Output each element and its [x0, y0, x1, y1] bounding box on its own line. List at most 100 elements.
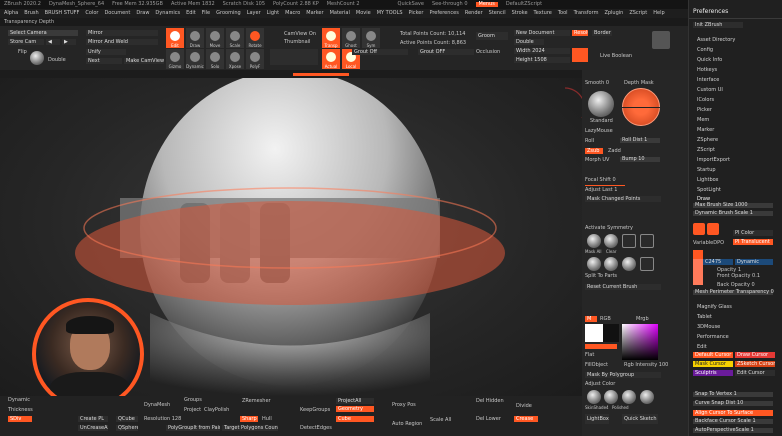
zremesher-button[interactable]: ZRemesher	[242, 399, 271, 404]
detect-edges-toggle[interactable]: DetectEdges	[300, 426, 332, 431]
menu-movie[interactable]: Movie	[356, 11, 371, 16]
zsub-button[interactable]: Zsub	[585, 148, 603, 154]
menu-help[interactable]: Help	[653, 11, 664, 16]
split-to-parts-button[interactable]: Split To Parts	[585, 274, 617, 279]
pref-3dmouse[interactable]: 3DMouse	[697, 325, 720, 330]
tool-actual[interactable]: Actual	[322, 49, 340, 69]
back-opacity-slider[interactable]: Back Opacity 0	[717, 283, 755, 288]
menu-light[interactable]: Light	[267, 11, 279, 16]
standard-brush-icon[interactable]	[588, 91, 614, 117]
next-cam-button[interactable]: ▶	[62, 39, 76, 45]
menu-grooming[interactable]: Grooming	[216, 11, 241, 16]
menu-marker[interactable]: Marker	[306, 11, 323, 16]
menu-document[interactable]: Document	[104, 11, 130, 16]
pref-zsphere[interactable]: ZSphere	[697, 138, 718, 143]
next-button[interactable]: Next	[86, 58, 122, 64]
default-script-button[interactable]: DefaultZScript	[506, 2, 542, 7]
crease-button[interactable]: Crease	[514, 416, 538, 422]
default-cursor-swatch[interactable]: Default Cursor	[693, 352, 733, 358]
menus-button[interactable]: Menus	[475, 2, 498, 7]
grout-on-button[interactable]: Grout Off	[352, 49, 408, 55]
material-polished-icon[interactable]	[604, 390, 618, 404]
pref-magnify-glass[interactable]: Magnify Glass	[697, 305, 732, 310]
menu-my-tools[interactable]: MY TOOLS	[377, 11, 403, 16]
adjust-color-label[interactable]: Adjust Color	[585, 382, 615, 387]
unify-button[interactable]: Unify	[86, 49, 126, 55]
transparency-depth-label[interactable]: Transparency Depth	[4, 19, 54, 25]
select-camera-button[interactable]: Select Camera	[8, 30, 78, 36]
backface-cursor-scale-slider[interactable]: Backface Cursor Scale 1	[693, 419, 773, 424]
clip-curve-icon[interactable]	[640, 257, 654, 271]
front-opacity-slider[interactable]: Front Opacity 0.1	[717, 274, 760, 279]
occlusion-label[interactable]: Occlusion	[476, 50, 500, 55]
menu-alpha[interactable]: Alpha	[4, 11, 18, 16]
menu-render[interactable]: Render	[465, 11, 483, 16]
mask-all-icon[interactable]	[587, 234, 601, 248]
menu-transform[interactable]: Transform	[574, 11, 599, 16]
pref-spotlight[interactable]: SpotLight	[697, 188, 721, 193]
del-lower-button[interactable]: Del Lower	[476, 417, 501, 422]
thumbnail-toggle[interactable]: Thumbnail	[284, 40, 310, 45]
tool-gizmo[interactable]: Gizmo	[166, 49, 184, 69]
mrgb-toggle[interactable]: Mrgb	[636, 317, 649, 322]
menu-brush-stuff[interactable]: BRUSH STUFF	[45, 11, 80, 16]
focal-shift-slider[interactable]: Focal Shift 0	[585, 178, 616, 183]
zsketch-cursor-swatch[interactable]: ZSketch Cursor	[735, 361, 775, 367]
transparent-ring-subtool[interactable]	[75, 201, 505, 305]
color-picker[interactable]	[622, 324, 658, 360]
pref-interface[interactable]: Interface	[697, 78, 719, 83]
mask-changed-points-button[interactable]: Mask Changed Points	[585, 196, 661, 202]
proxy-pos-toggle[interactable]: Proxy Pos	[392, 403, 416, 408]
target-polygons-slider[interactable]: Target Polygons Count 5	[222, 425, 278, 431]
reset-current-brush-button[interactable]: Reset Current Brush	[585, 284, 661, 290]
main-color-swatch[interactable]	[585, 324, 603, 342]
menu-tool[interactable]: Tool	[558, 11, 568, 16]
align-cursor-surface-toggle[interactable]: Align Cursor To Surface	[693, 410, 773, 416]
qcube-button[interactable]: QCube	[116, 416, 138, 422]
geometry-button[interactable]: Geometry	[336, 406, 374, 412]
del-hidden-button[interactable]: Del Hidden	[476, 399, 504, 404]
menu-preferences[interactable]: Preferences	[429, 11, 458, 16]
menu-material[interactable]: Material	[330, 11, 350, 16]
pi-color-button[interactable]: PI Color	[733, 230, 773, 236]
scale-all-button[interactable]: Scale All	[430, 418, 451, 423]
resolution-slider[interactable]: Resolution 128	[144, 417, 181, 422]
m-toggle[interactable]: M	[585, 316, 597, 322]
preferences-title[interactable]: Preferences	[693, 9, 728, 15]
lightbox-button[interactable]: LightBox	[585, 414, 609, 424]
variable-dpo-toggle[interactable]: VariableDPO	[693, 241, 724, 246]
menu-file[interactable]: File	[202, 11, 210, 16]
qsphere-button[interactable]: QSphere	[116, 425, 138, 431]
prev-cam-button[interactable]: ◀	[46, 39, 60, 45]
zadd-button[interactable]: Zadd	[608, 149, 621, 154]
tool-polyf[interactable]: PolyF	[246, 49, 264, 69]
material-basic-icon[interactable]	[622, 390, 636, 404]
menu-zplugin[interactable]: Zplugin	[604, 11, 623, 16]
quick-sketch-button[interactable]: Quick Sketch	[622, 414, 658, 424]
pi-translucent-button[interactable]: PI Translucent	[733, 239, 773, 245]
camview-on-toggle[interactable]: CamView On	[284, 32, 316, 37]
menu-stencil[interactable]: Stencil	[489, 11, 506, 16]
menu-picker[interactable]: Picker	[409, 11, 424, 16]
roll-toggle[interactable]: Roll	[585, 139, 594, 144]
adjust-last-slider[interactable]: Adjust Last 1	[585, 188, 617, 193]
pi-color-swatch-a[interactable]	[693, 223, 705, 235]
double-button[interactable]: Double	[514, 39, 544, 45]
select-rect-icon[interactable]	[640, 234, 654, 248]
dynamesh-button[interactable]: DynaMesh	[144, 403, 170, 408]
see-through-slider[interactable]: See-through 0	[432, 2, 468, 7]
tool-sym[interactable]: Sym	[362, 28, 380, 48]
pref-import-export[interactable]: ImportExport	[697, 158, 730, 163]
dynamic-brush-scale-slider[interactable]: Dynamic Brush Scale 1	[693, 211, 773, 216]
menu-macro[interactable]: Macro	[285, 11, 300, 16]
height-slider[interactable]: Height 1508	[514, 57, 570, 63]
double-label[interactable]: Double	[48, 58, 66, 63]
auto-region-toggle[interactable]: Auto Region	[392, 422, 422, 427]
smooth-slider[interactable]: Smooth 0	[585, 81, 609, 86]
pref-picker[interactable]: Picker	[697, 108, 712, 113]
menu-layer[interactable]: Layer	[247, 11, 261, 16]
pref-config[interactable]: Config	[697, 48, 713, 53]
menu-texture[interactable]: Texture	[534, 11, 552, 16]
pref-marker[interactable]: Marker	[697, 128, 714, 133]
material-basic2-icon[interactable]	[640, 390, 654, 404]
